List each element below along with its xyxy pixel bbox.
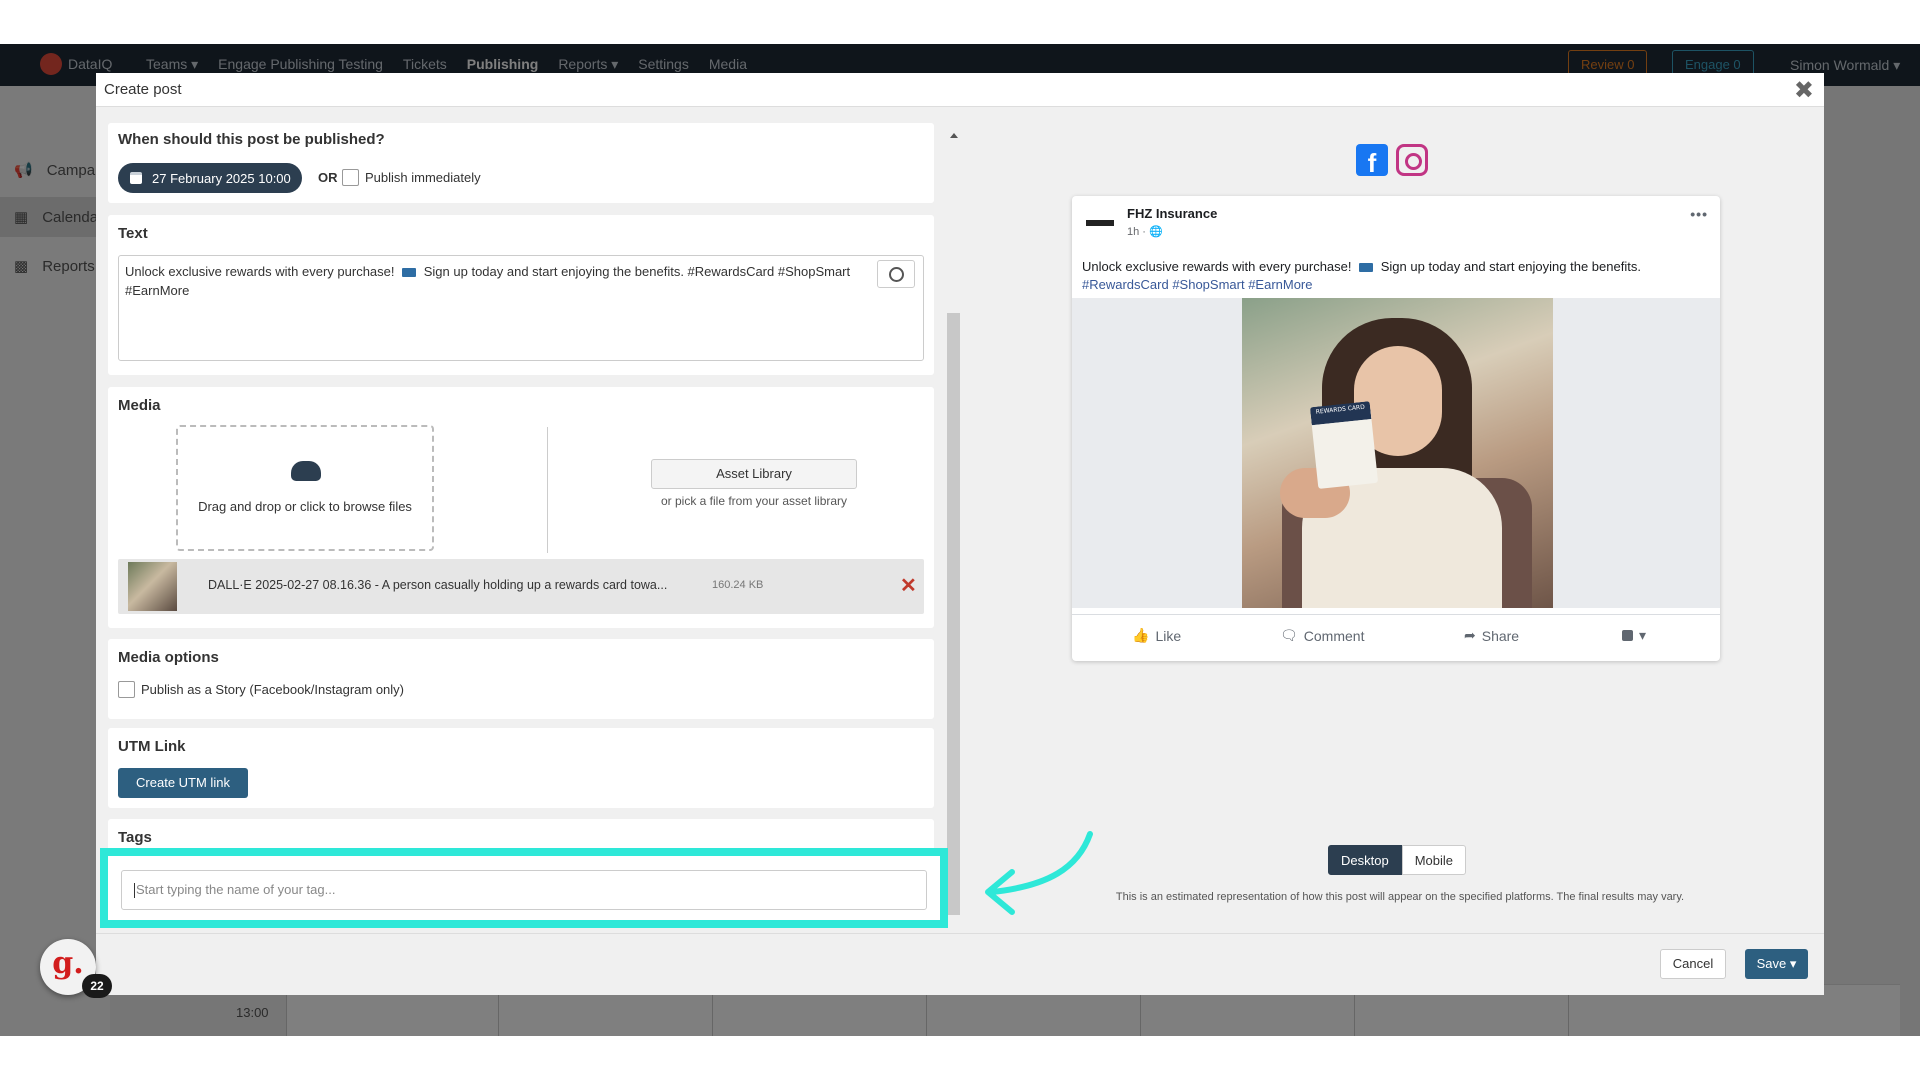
- smiley-icon: [888, 266, 904, 282]
- rewards-card-label: REWARDS CARD: [1315, 403, 1366, 416]
- media-title: Media: [118, 397, 161, 414]
- tag-input-placeholder: Start typing the name of your tag...: [136, 882, 336, 897]
- story-label: Publish as a Story (Facebook/Instagram o…: [141, 682, 405, 697]
- credit-card-icon: [402, 268, 417, 278]
- tag-input[interactable]: Start typing the name of your tag...: [121, 870, 927, 910]
- or-label: OR: [318, 170, 338, 185]
- page-name: FHZ Insurance: [1127, 206, 1218, 221]
- post-text-input[interactable]: Unlock exclusive rewards with every purc…: [118, 255, 924, 361]
- guide-step-badge: 22: [82, 974, 112, 998]
- facebook-icon[interactable]: f: [1356, 144, 1388, 178]
- rewards-card-illustration: REWARDS CARD: [1309, 401, 1379, 489]
- file-thumbnail: [128, 562, 177, 611]
- schedule-title: When should this post be published?: [118, 131, 385, 148]
- globe-icon: 🌐: [1149, 226, 1163, 238]
- page-avatar: [1086, 220, 1114, 226]
- date-value: 27 February 2025 10:00: [152, 170, 291, 186]
- text-caret: [134, 883, 135, 899]
- desktop-toggle[interactable]: Desktop: [1328, 845, 1402, 875]
- mobile-toggle[interactable]: Mobile: [1401, 845, 1466, 875]
- cloud-upload-icon: [291, 461, 321, 481]
- facebook-post-preview: FHZ Insurance 1h · 🌐 ••• Unlock exclusiv…: [1072, 196, 1720, 661]
- instagram-icon[interactable]: [1396, 144, 1428, 176]
- like-button[interactable]: 👍 Like: [1132, 627, 1181, 644]
- comment-label: Comment: [1303, 627, 1365, 644]
- dropzone-text: Drag and drop or click to browse files: [198, 499, 412, 514]
- schedule-section: When should this post be published? 27 F…: [108, 123, 934, 203]
- story-option[interactable]: Publish as a Story (Facebook/Instagram o…: [118, 681, 404, 698]
- create-utm-link-button[interactable]: Create UTM link: [118, 768, 248, 798]
- post-image-area: REWARDS CARD: [1072, 298, 1720, 608]
- post-preview-text-part-2: Sign up today and start enjoying the ben…: [1380, 259, 1641, 274]
- emoji-picker-button[interactable]: [877, 260, 915, 288]
- post-preview-text: Unlock exclusive rewards with every purc…: [1082, 258, 1712, 294]
- publish-immediately-label: Publish immediately: [365, 170, 481, 185]
- tag-input-highlight: Start typing the name of your tag...: [100, 848, 948, 928]
- post-preview-hashtags[interactable]: #RewardsCard #ShopSmart #EarnMore: [1082, 277, 1313, 292]
- media-options-section: Media options Publish as a Story (Facebo…: [108, 639, 934, 719]
- scroll-up-icon[interactable]: [950, 133, 958, 138]
- text-title: Text: [118, 225, 148, 242]
- save-button[interactable]: Save ▾: [1745, 949, 1808, 979]
- more-options-icon[interactable]: •••: [1690, 206, 1708, 222]
- comment-icon: 🗨: [1280, 627, 1298, 643]
- file-size: 160.24 KB: [712, 579, 764, 591]
- calendar-icon: [130, 172, 142, 184]
- text-section: Text Unlock exclusive rewards with every…: [108, 215, 934, 375]
- media-options-title: Media options: [118, 649, 219, 666]
- audience-selector[interactable]: ▾: [1622, 627, 1646, 644]
- like-label: Like: [1155, 627, 1182, 644]
- post-form: When should this post be published? 27 F…: [108, 123, 944, 923]
- asset-library-button[interactable]: Asset Library: [651, 459, 857, 489]
- post-meta: 1h · 🌐: [1127, 225, 1163, 238]
- chevron-down-icon: ▾: [1639, 627, 1647, 643]
- divider: [547, 427, 548, 553]
- date-picker-button[interactable]: 27 February 2025 10:00: [118, 163, 302, 193]
- post-time: 1h ·: [1127, 226, 1150, 238]
- publish-immediately-option[interactable]: Publish immediately: [342, 169, 481, 186]
- post-actions-bar: 👍 Like 🗨 Comment ➦ Share ▾: [1072, 614, 1720, 654]
- post-preview-text-part-1: Unlock exclusive rewards with every purc…: [1082, 259, 1352, 274]
- story-checkbox[interactable]: [118, 681, 135, 698]
- modal-title: Create post: [104, 81, 182, 98]
- preview-disclaimer: This is an estimated representation of h…: [1115, 891, 1685, 903]
- tags-title: Tags: [118, 829, 152, 846]
- file-name: DALL·E 2025-02-27 08.16.36 - A person ca…: [208, 578, 668, 592]
- thumbs-up-icon: 👍: [1132, 627, 1150, 643]
- post-text-part-1: Unlock exclusive rewards with every purc…: [125, 264, 395, 279]
- post-image: REWARDS CARD: [1242, 298, 1553, 608]
- utm-section: UTM Link Create UTM link: [108, 728, 934, 808]
- network-selector: f: [1356, 144, 1428, 178]
- remove-file-icon[interactable]: ✕: [900, 573, 917, 598]
- close-icon[interactable]: ✖: [1794, 76, 1814, 105]
- cancel-button[interactable]: Cancel: [1660, 949, 1726, 979]
- file-dropzone[interactable]: Drag and drop or click to browse files: [176, 425, 434, 551]
- share-label: Share: [1481, 627, 1520, 644]
- modal-footer: Cancel Save ▾: [96, 933, 1824, 995]
- page-avatar-small: [1622, 630, 1633, 641]
- asset-library-hint: or pick a file from your asset library: [660, 494, 848, 508]
- scrollbar[interactable]: [947, 133, 961, 923]
- pointer-arrow-icon: [985, 831, 1093, 915]
- media-section: Media Drag and drop or click to browse f…: [108, 387, 934, 628]
- share-icon: ➦: [1464, 627, 1476, 643]
- preview-device-toggle: Desktop Mobile: [1328, 845, 1466, 875]
- utm-title: UTM Link: [118, 738, 186, 755]
- credit-card-icon: [1359, 263, 1374, 273]
- modal-header: Create post ✖: [96, 73, 1824, 107]
- comment-button[interactable]: 🗨 Comment: [1280, 627, 1364, 644]
- share-button[interactable]: ➦ Share: [1464, 627, 1519, 644]
- scrollbar-thumb[interactable]: [947, 313, 960, 915]
- publish-immediately-checkbox[interactable]: [342, 169, 359, 186]
- uploaded-file-row: DALL·E 2025-02-27 08.16.36 - A person ca…: [118, 559, 924, 614]
